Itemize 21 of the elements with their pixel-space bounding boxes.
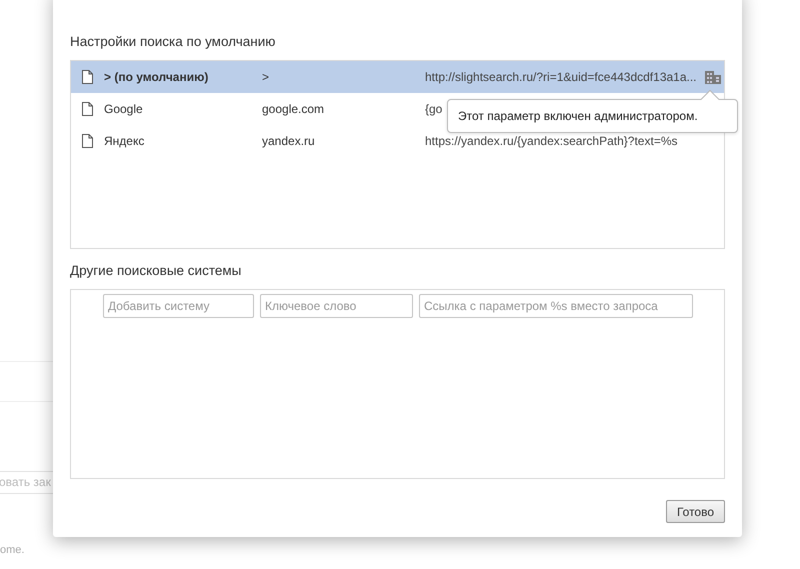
building-icon[interactable] — [704, 70, 721, 84]
input-field[interactable]: Ссылка с параметром %s вместо запроса — [419, 294, 693, 318]
section-heading: Другие поисковые системы — [70, 263, 242, 280]
background-text: ome. — [0, 544, 24, 556]
engine-name: Яндекс — [104, 134, 146, 148]
engine-name: > (по умолчанию) — [104, 70, 210, 84]
tooltip-pointer — [700, 89, 720, 100]
done-button[interactable]: Готово — [666, 500, 725, 523]
section-heading: Настройки поиска по умолчанию — [70, 34, 276, 51]
engine-keyword: yandex.ru — [262, 134, 316, 148]
input-field[interactable]: Добавить систему — [103, 294, 254, 318]
engine-keyword: google.com — [262, 102, 326, 116]
page-icon — [82, 102, 93, 116]
search-engine-row[interactable]: > (по умолчанию) > http://slightsearch.ru/?ri=1&uid=fce443dcdf13a1a... — [71, 61, 724, 93]
input-field[interactable]: Ключевое слово — [260, 294, 413, 318]
page-icon — [82, 70, 93, 84]
page-icon — [82, 134, 93, 148]
engine-keyword: > — [262, 70, 270, 84]
engine-url: https://yandex.ru/{yandex:searchPath}?text=%s — [425, 134, 678, 148]
engine-url: http://slightsearch.ru/?ri=1&uid=fce443dcdf13a1a... — [425, 70, 697, 84]
engine-name: Google — [104, 102, 144, 116]
